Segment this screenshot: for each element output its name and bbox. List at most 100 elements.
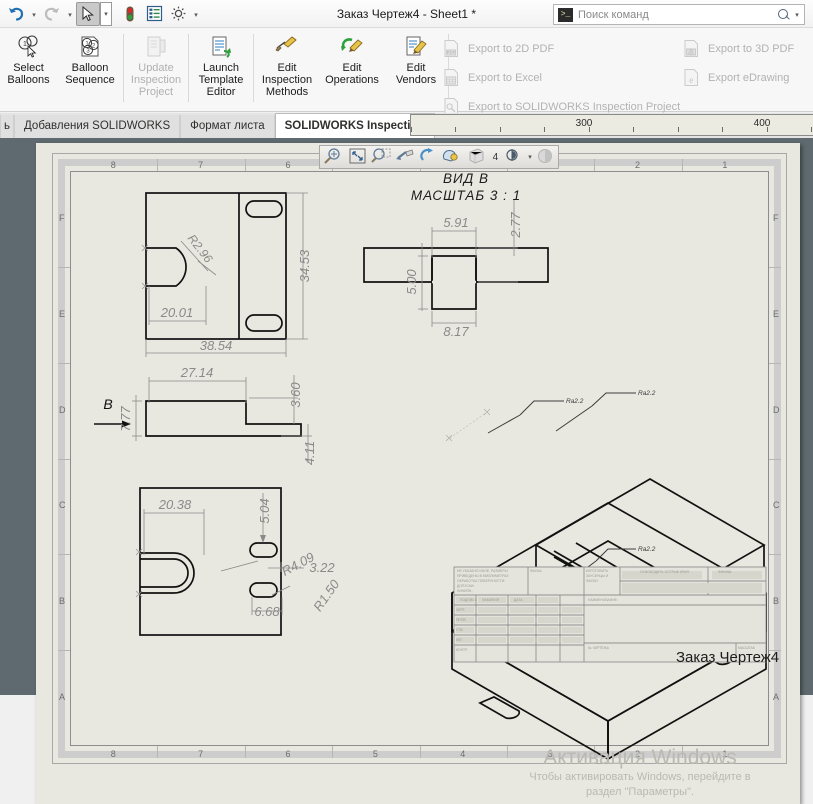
zoom-to-area-icon[interactable] <box>323 147 346 167</box>
edit-inspection-methods-button[interactable]: Edit Inspection Methods <box>254 28 320 112</box>
pdf-2d-icon: PDF <box>442 39 461 58</box>
select-button[interactable] <box>76 1 100 26</box>
svg-text:PDF: PDF <box>447 50 456 55</box>
dim-8-17: 8.17 <box>443 324 469 339</box>
export-label: Export to Excel <box>468 71 542 84</box>
button-label-line1: Launch <box>202 62 240 74</box>
svg-text:ОБРАБОТКА ПОВЕРХНОСТИ:: ОБРАБОТКА ПОВЕРХНОСТИ: <box>457 579 505 583</box>
dim-27-14: 27.14 <box>180 365 214 380</box>
rotate-view-icon[interactable] <box>418 147 441 167</box>
view-toolbar[interactable]: 4 ▾ <box>319 145 559 169</box>
update-project-icon <box>141 34 171 60</box>
dim-4-11: 4.11 <box>302 441 317 465</box>
file-properties-button[interactable] <box>142 2 166 26</box>
button-label-line2: Inspection <box>261 74 313 86</box>
template-editor-icon <box>206 34 236 60</box>
section-label-b: B <box>103 396 112 412</box>
edit-operations-button[interactable]: Edit Operations <box>320 28 384 112</box>
ruler-tick <box>722 127 723 132</box>
detail-view-title: ВИД В МАСШТАБ 3 : 1 <box>411 171 520 203</box>
button-label-line1: Edit <box>277 62 297 74</box>
dimension-text: 38.54 34.53 20.01 R2.96 27.14 3.60 4.11 … <box>103 212 523 619</box>
svg-text:ЗАУСЕНЦЫ И: ЗАУСЕНЦЫ И <box>586 574 609 578</box>
svg-text:№ ЧЕРТЕЖА: № ЧЕРТЕЖА <box>588 646 610 650</box>
traffic-light-icon <box>126 6 134 21</box>
redo-icon <box>44 7 59 21</box>
excel-icon <box>442 68 461 87</box>
options-button[interactable] <box>166 2 190 26</box>
zoom-to-fit-icon[interactable] <box>347 147 370 167</box>
button-label-line1: Select <box>13 62 44 74</box>
search-input-placeholder[interactable]: Поиск команд <box>578 9 776 21</box>
redo-dropdown: ▾ <box>68 11 72 19</box>
svg-text:ДАТА: ДАТА <box>514 598 523 602</box>
svg-text:PDF: PDF <box>688 52 695 56</box>
title-bar: ▾ ▾ ▾ ▾ Заказ Чертеж4 - Sheet1 * >_ Поис… <box>0 0 813 28</box>
ruler-label: 300 <box>575 118 593 129</box>
ruler-tick <box>500 127 501 132</box>
undo-dropdown[interactable]: ▾ <box>28 2 40 26</box>
search-icon[interactable] <box>776 7 792 23</box>
rebuild-button[interactable] <box>118 2 142 26</box>
button-label-line3: Project <box>138 86 174 98</box>
button-label-line2: Operations <box>325 74 379 86</box>
export-to-excel-button: Export to Excel <box>442 68 542 87</box>
svg-text:ЧЕРТ.: ЧЕРТ. <box>456 608 465 612</box>
export-to-2d-pdf-button: PDF Export to 2D PDF <box>442 39 554 58</box>
balloon-sequence-button[interactable]: 1 2 3 Balloon Sequence <box>57 28 123 112</box>
svg-text:ПРОВ.: ПРОВ. <box>456 618 467 622</box>
select-balloons-button[interactable]: 1 Select Balloons <box>0 28 57 112</box>
title-block-drawing-name: Заказ Чертеж4 <box>676 649 779 666</box>
hide-show-dropdown-icon[interactable]: ▾ <box>526 153 535 161</box>
svg-text:ФАМИЛИЯ: ФАМИЛИЯ <box>482 598 500 602</box>
dim-2-77: 2.77 <box>508 212 523 239</box>
options-dropdown[interactable]: ▾ <box>190 2 202 26</box>
view-count-label: 4 <box>492 151 499 163</box>
svg-text:ИЗГОТОВИТЬ: ИЗГОТОВИТЬ <box>586 569 609 573</box>
search-dropdown-icon[interactable]: ▾ <box>792 11 802 19</box>
tab-solidworks-addins[interactable]: Добавления SOLIDWORKS <box>14 115 181 138</box>
hide-show-items-icon[interactable] <box>502 147 525 167</box>
tab-partial[interactable]: ь <box>0 115 14 138</box>
button-label-line3: Methods <box>265 86 309 98</box>
previous-view-icon[interactable] <box>394 147 417 167</box>
graphics-area[interactable]: 8877665544332211FFEEDDCCBBAA <box>0 138 813 804</box>
engineering-drawing[interactable]: 38.54 34.53 20.01 R2.96 27.14 3.60 4.11 … <box>36 143 800 804</box>
button-label-line1: Edit <box>342 62 362 74</box>
dim-5-04: 5.04 <box>257 498 272 523</box>
ruler-tick <box>455 127 456 132</box>
dim-5-91: 5.91 <box>443 215 468 230</box>
display-style-icon[interactable] <box>465 147 488 167</box>
ruler-tick <box>678 127 679 132</box>
button-label-line2: Template <box>198 74 244 86</box>
appearance-icon[interactable] <box>534 147 557 167</box>
button-label-line2: Balloons <box>7 74 50 86</box>
svg-text:ПОДПИСЬ: ПОДПИСЬ <box>460 598 478 602</box>
pan-icon[interactable] <box>441 147 464 167</box>
dim-r2-96: R2.96 <box>185 232 216 266</box>
quick-access-toolbar: ▾ ▾ ▾ ▾ <box>0 0 202 28</box>
zoom-in-out-icon[interactable] <box>370 147 393 167</box>
export-label: Export to 3D PDF <box>708 42 795 55</box>
undo-icon <box>9 7 24 21</box>
svg-text:ЛИНЕЙН.:: ЛИНЕЙН.: <box>457 589 473 593</box>
undo-button[interactable] <box>4 2 28 26</box>
dim-5-00: 5.00 <box>404 269 419 295</box>
svg-text:НЕ УКАЗАНО ИНОЕ, РАЗМЕРЫ: НЕ УКАЗАНО ИНОЕ, РАЗМЕРЫ <box>457 569 508 573</box>
command-search-box[interactable]: >_ Поиск команд ▾ <box>553 4 805 25</box>
launch-template-editor-button[interactable]: Launch Template Editor <box>189 28 253 112</box>
button-label-line2: Inspection <box>130 74 182 86</box>
export-to-3d-pdf-button: 3D PDF Export to 3D PDF <box>682 39 794 58</box>
ribbon-export-group: PDF Export to 2D PDF Export to Excel Exp… <box>430 28 813 115</box>
button-label-line2: Sequence <box>65 74 115 86</box>
pdf-3d-icon: 3D PDF <box>682 39 701 58</box>
select-dropdown[interactable]: ▾ <box>100 1 112 26</box>
export-label: Export eDrawing <box>708 71 790 84</box>
drawing-sheet[interactable]: 8877665544332211FFEEDDCCBBAA <box>36 143 800 804</box>
export-label: Export to SOLIDWORKS Inspection Project <box>468 100 681 113</box>
update-inspection-project-button: Update Inspection Project <box>124 28 188 112</box>
svg-text:ПРИВЕДЕНЫ В МИЛЛИМЕТРАХ: ПРИВЕДЕНЫ В МИЛЛИМЕТРАХ <box>457 574 509 578</box>
svg-text:1: 1 <box>23 41 27 48</box>
svg-text:ФАСКА:: ФАСКА: <box>530 569 542 573</box>
tab-sheet-format[interactable]: Формат листа <box>180 115 275 138</box>
